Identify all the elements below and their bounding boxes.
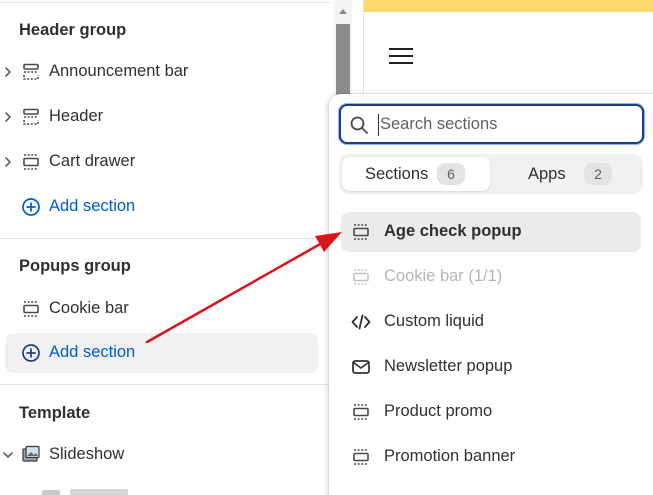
section-icon bbox=[353, 404, 369, 420]
chevron-right-icon[interactable] bbox=[2, 154, 14, 170]
envelope-icon bbox=[352, 360, 370, 374]
section-option-label: Custom liquid bbox=[384, 312, 484, 330]
section-option-age-check-popup[interactable]: Age check popup bbox=[341, 212, 641, 252]
section-option-product-promo[interactable]: Product promo bbox=[341, 392, 641, 432]
sidebar-item-cart-drawer[interactable]: Cart drawer bbox=[0, 142, 318, 182]
section-option-label: Promotion banner bbox=[384, 447, 516, 465]
plus-circle-icon bbox=[22, 344, 40, 362]
divider bbox=[363, 0, 364, 100]
tab-apps[interactable]: Apps 2 bbox=[494, 157, 640, 191]
add-section-label: Add section bbox=[49, 343, 136, 361]
count-badge: 2 bbox=[584, 163, 612, 185]
popups-group-title: Popups group bbox=[19, 257, 131, 275]
section-option-custom-liquid[interactable]: Custom liquid bbox=[341, 302, 641, 342]
section-icon bbox=[23, 154, 39, 170]
section-icon bbox=[353, 449, 369, 465]
add-section-button-header-group[interactable]: Add section bbox=[0, 187, 318, 227]
section-icon bbox=[353, 224, 369, 240]
section-option-label: Product promo bbox=[384, 402, 493, 420]
sidebar-item-label: Cart drawer bbox=[49, 152, 136, 170]
section-option-newsletter-popup[interactable]: Newsletter popup bbox=[341, 347, 641, 387]
sidebar-item-slideshow[interactable]: Slideshow bbox=[0, 435, 318, 475]
template-group-title: Template bbox=[19, 404, 91, 422]
divider bbox=[0, 2, 330, 3]
add-section-button-popups-group[interactable]: Add section bbox=[5, 333, 318, 373]
section-icon bbox=[23, 301, 39, 317]
add-section-label: Add section bbox=[49, 197, 136, 215]
section-option-promotion-banner[interactable]: Promotion banner bbox=[341, 437, 641, 477]
chevron-down-icon[interactable] bbox=[2, 447, 14, 463]
sidebar-item-label: Header bbox=[49, 107, 104, 125]
sidebar-child-label-cutoff bbox=[70, 489, 128, 495]
sidebar-item-label: Slideshow bbox=[49, 445, 125, 463]
slideshow-icon bbox=[22, 445, 40, 462]
section-option-cookie-bar: Cookie bar (1/1) bbox=[341, 257, 641, 297]
count-badge: 6 bbox=[437, 163, 465, 185]
section-option-label: Newsletter popup bbox=[384, 357, 513, 375]
hamburger-menu-icon[interactable] bbox=[388, 46, 414, 66]
search-input[interactable] bbox=[380, 110, 635, 138]
sidebar-child-icon bbox=[42, 490, 60, 495]
section-option-label: Cookie bar (1/1) bbox=[384, 267, 503, 285]
section-icon bbox=[23, 108, 39, 125]
sidebar-item-cookie-bar[interactable]: Cookie bar bbox=[0, 289, 318, 329]
header-group-title: Header group bbox=[19, 21, 127, 39]
sidebar-item-label: Cookie bar bbox=[49, 299, 129, 317]
section-option-label: Age check popup bbox=[384, 222, 522, 240]
divider bbox=[0, 384, 330, 385]
plus-circle-icon bbox=[22, 198, 40, 216]
chevron-right-icon[interactable] bbox=[2, 64, 14, 80]
section-icon bbox=[353, 269, 369, 285]
search-icon bbox=[350, 116, 368, 134]
sidebar-item-header[interactable]: Header bbox=[0, 97, 318, 137]
preview-announcement-banner bbox=[364, 0, 653, 12]
tab-sections[interactable]: Sections 6 bbox=[342, 157, 490, 191]
code-icon bbox=[351, 314, 371, 330]
scroll-up-arrow-icon[interactable] bbox=[339, 9, 347, 14]
tab-label: Apps bbox=[528, 165, 566, 183]
section-tabs: Sections 6 Apps 2 bbox=[339, 154, 643, 194]
sidebar-item-label: Announcement bar bbox=[49, 62, 189, 80]
sidebar-item-announcement-bar[interactable]: Announcement bar bbox=[0, 52, 318, 92]
chevron-right-icon[interactable] bbox=[2, 109, 14, 125]
section-icon bbox=[23, 63, 39, 80]
text-caret bbox=[378, 114, 379, 136]
search-box[interactable] bbox=[339, 104, 644, 144]
add-section-popover: Sections 6 Apps 2 Age check popup Cookie… bbox=[329, 94, 653, 495]
tab-label: Sections bbox=[365, 165, 429, 183]
divider bbox=[0, 238, 330, 239]
sidebar: Header group Announcement bar Header Car… bbox=[0, 0, 330, 495]
